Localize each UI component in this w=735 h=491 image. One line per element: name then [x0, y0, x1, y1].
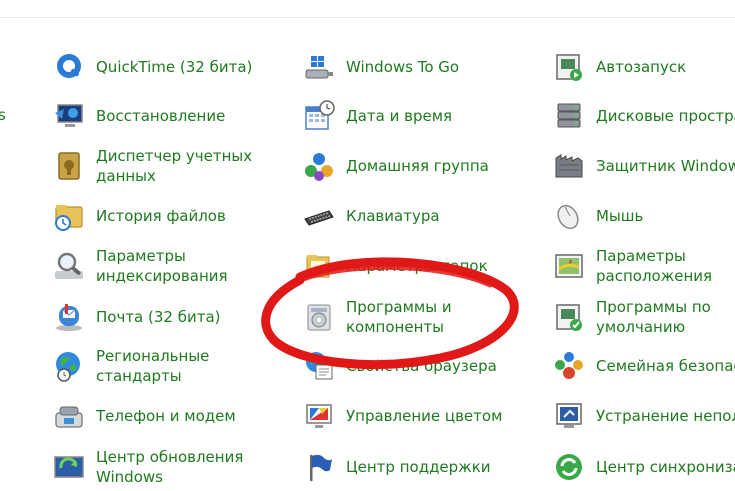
recovery-icon	[55, 104, 83, 127]
item-label: Клавиатура	[346, 207, 440, 225]
storage-spaces-icon	[557, 103, 581, 128]
item-label: Телефон и модем	[96, 407, 236, 425]
item-windows-to-go[interactable]: Windows To Go	[302, 43, 542, 91]
date-time-icon	[305, 100, 335, 130]
windows-update-icon	[54, 456, 84, 478]
autoplay-icon	[556, 54, 582, 81]
item-label: Мышь	[596, 207, 644, 225]
item-label: Устранение непола	[596, 407, 735, 425]
indexing-icon	[55, 252, 83, 279]
item-color-management[interactable]: Управление цветом	[302, 392, 542, 440]
item-indexing-options[interactable]: Параметры индексирования	[52, 242, 290, 290]
programs-features-icon	[307, 304, 331, 331]
item-label: Дата и время	[346, 107, 453, 125]
item-label: Параметры папок	[346, 257, 488, 275]
item-label: Windows To Go	[346, 58, 460, 76]
windows-to-go-icon	[305, 56, 333, 79]
folder-options-icon	[306, 255, 330, 278]
item-location-settings[interactable]: Параметры расположения	[552, 242, 735, 290]
browser-properties-icon	[306, 352, 333, 380]
item-label: Параметры индексирования	[96, 247, 228, 285]
sync-center-icon	[556, 454, 582, 480]
item-label: Региональные стандарты	[96, 347, 210, 385]
item-programs-features[interactable]: Программы и компоненты	[302, 293, 542, 341]
item-family-safety[interactable]: Семейная безопасн	[552, 342, 735, 390]
item-keyboard[interactable]: Клавиатура	[302, 192, 542, 240]
item-mail[interactable]: Почта (32 бита)	[52, 293, 290, 341]
item-label: Автозапуск	[596, 58, 687, 76]
troubleshooting-icon	[556, 403, 582, 428]
item-homegroup[interactable]: Домашняя группа	[302, 142, 542, 190]
default-programs-icon	[556, 304, 582, 331]
item-region[interactable]: Региональные стандарты	[52, 342, 290, 390]
family-safety-icon	[555, 352, 583, 379]
mouse-icon	[557, 204, 579, 230]
item-label: Параметры расположения	[596, 247, 713, 285]
item-folder-options[interactable]: Параметры папок	[302, 242, 542, 290]
item-storage-spaces[interactable]: Дисковые простран	[552, 92, 735, 140]
item-troubleshooting[interactable]: Устранение непола	[552, 392, 735, 440]
item-label: Управление цветом	[346, 407, 503, 425]
mail-icon	[56, 304, 82, 331]
homegroup-icon	[305, 153, 333, 181]
item-action-center[interactable]: Центр поддержки	[302, 443, 542, 491]
credential-manager-icon	[58, 152, 80, 180]
item-autoplay[interactable]: Автозапуск	[552, 43, 735, 91]
file-history-icon	[55, 205, 83, 231]
item-label: Программы и компоненты	[346, 298, 452, 336]
item-windows-defender[interactable]: Защитник Windows	[552, 142, 735, 190]
item-label: Почта (32 бита)	[96, 308, 221, 326]
item-date-time[interactable]: Дата и время	[302, 92, 542, 140]
item-label: Дисковые простран	[596, 107, 735, 125]
location-settings-icon	[555, 254, 583, 278]
item-browser-properties[interactable]: Свойства браузера	[302, 342, 542, 390]
phone-modem-icon	[55, 406, 83, 428]
item-mouse[interactable]: Мышь	[552, 192, 735, 240]
item-label: Восстановление	[96, 107, 226, 125]
windows-defender-icon	[555, 154, 583, 178]
item-sync-center[interactable]: Центр синхронизац	[552, 443, 735, 491]
item-credential-manager[interactable]: Диспетчер учетных данных	[52, 142, 290, 190]
item-phone-modem[interactable]: Телефон и модем	[52, 392, 290, 440]
item-label: Семейная безопасн	[596, 357, 735, 375]
item-default-programs[interactable]: Программы по умолчанию	[552, 293, 735, 341]
item-label: Домашняя группа	[346, 157, 489, 175]
item-label: Свойства браузера	[346, 357, 497, 375]
quicktime-icon	[57, 54, 81, 78]
item-recovery[interactable]: Восстановление	[52, 92, 290, 140]
clipped-column-text: s	[0, 106, 6, 124]
item-label: Диспетчер учетных данных	[96, 147, 253, 185]
item-label: Программы по умолчанию	[596, 298, 711, 336]
item-label: Центр обновления Windows	[96, 448, 244, 486]
action-center-icon	[310, 454, 332, 481]
item-windows-update[interactable]: Центр обновления Windows	[52, 443, 290, 491]
item-file-history[interactable]: История файлов	[52, 192, 290, 240]
region-icon	[56, 352, 80, 382]
top-divider	[0, 17, 735, 18]
item-label: Защитник Windows	[596, 157, 735, 175]
item-quicktime[interactable]: QuickTime (32 бита)	[52, 43, 290, 91]
item-label: История файлов	[96, 207, 226, 225]
item-label: Центр синхронизац	[596, 458, 735, 476]
item-label: QuickTime (32 бита)	[96, 58, 253, 76]
item-label: Центр поддержки	[346, 458, 491, 476]
keyboard-icon	[304, 210, 334, 226]
color-management-icon	[306, 404, 332, 428]
